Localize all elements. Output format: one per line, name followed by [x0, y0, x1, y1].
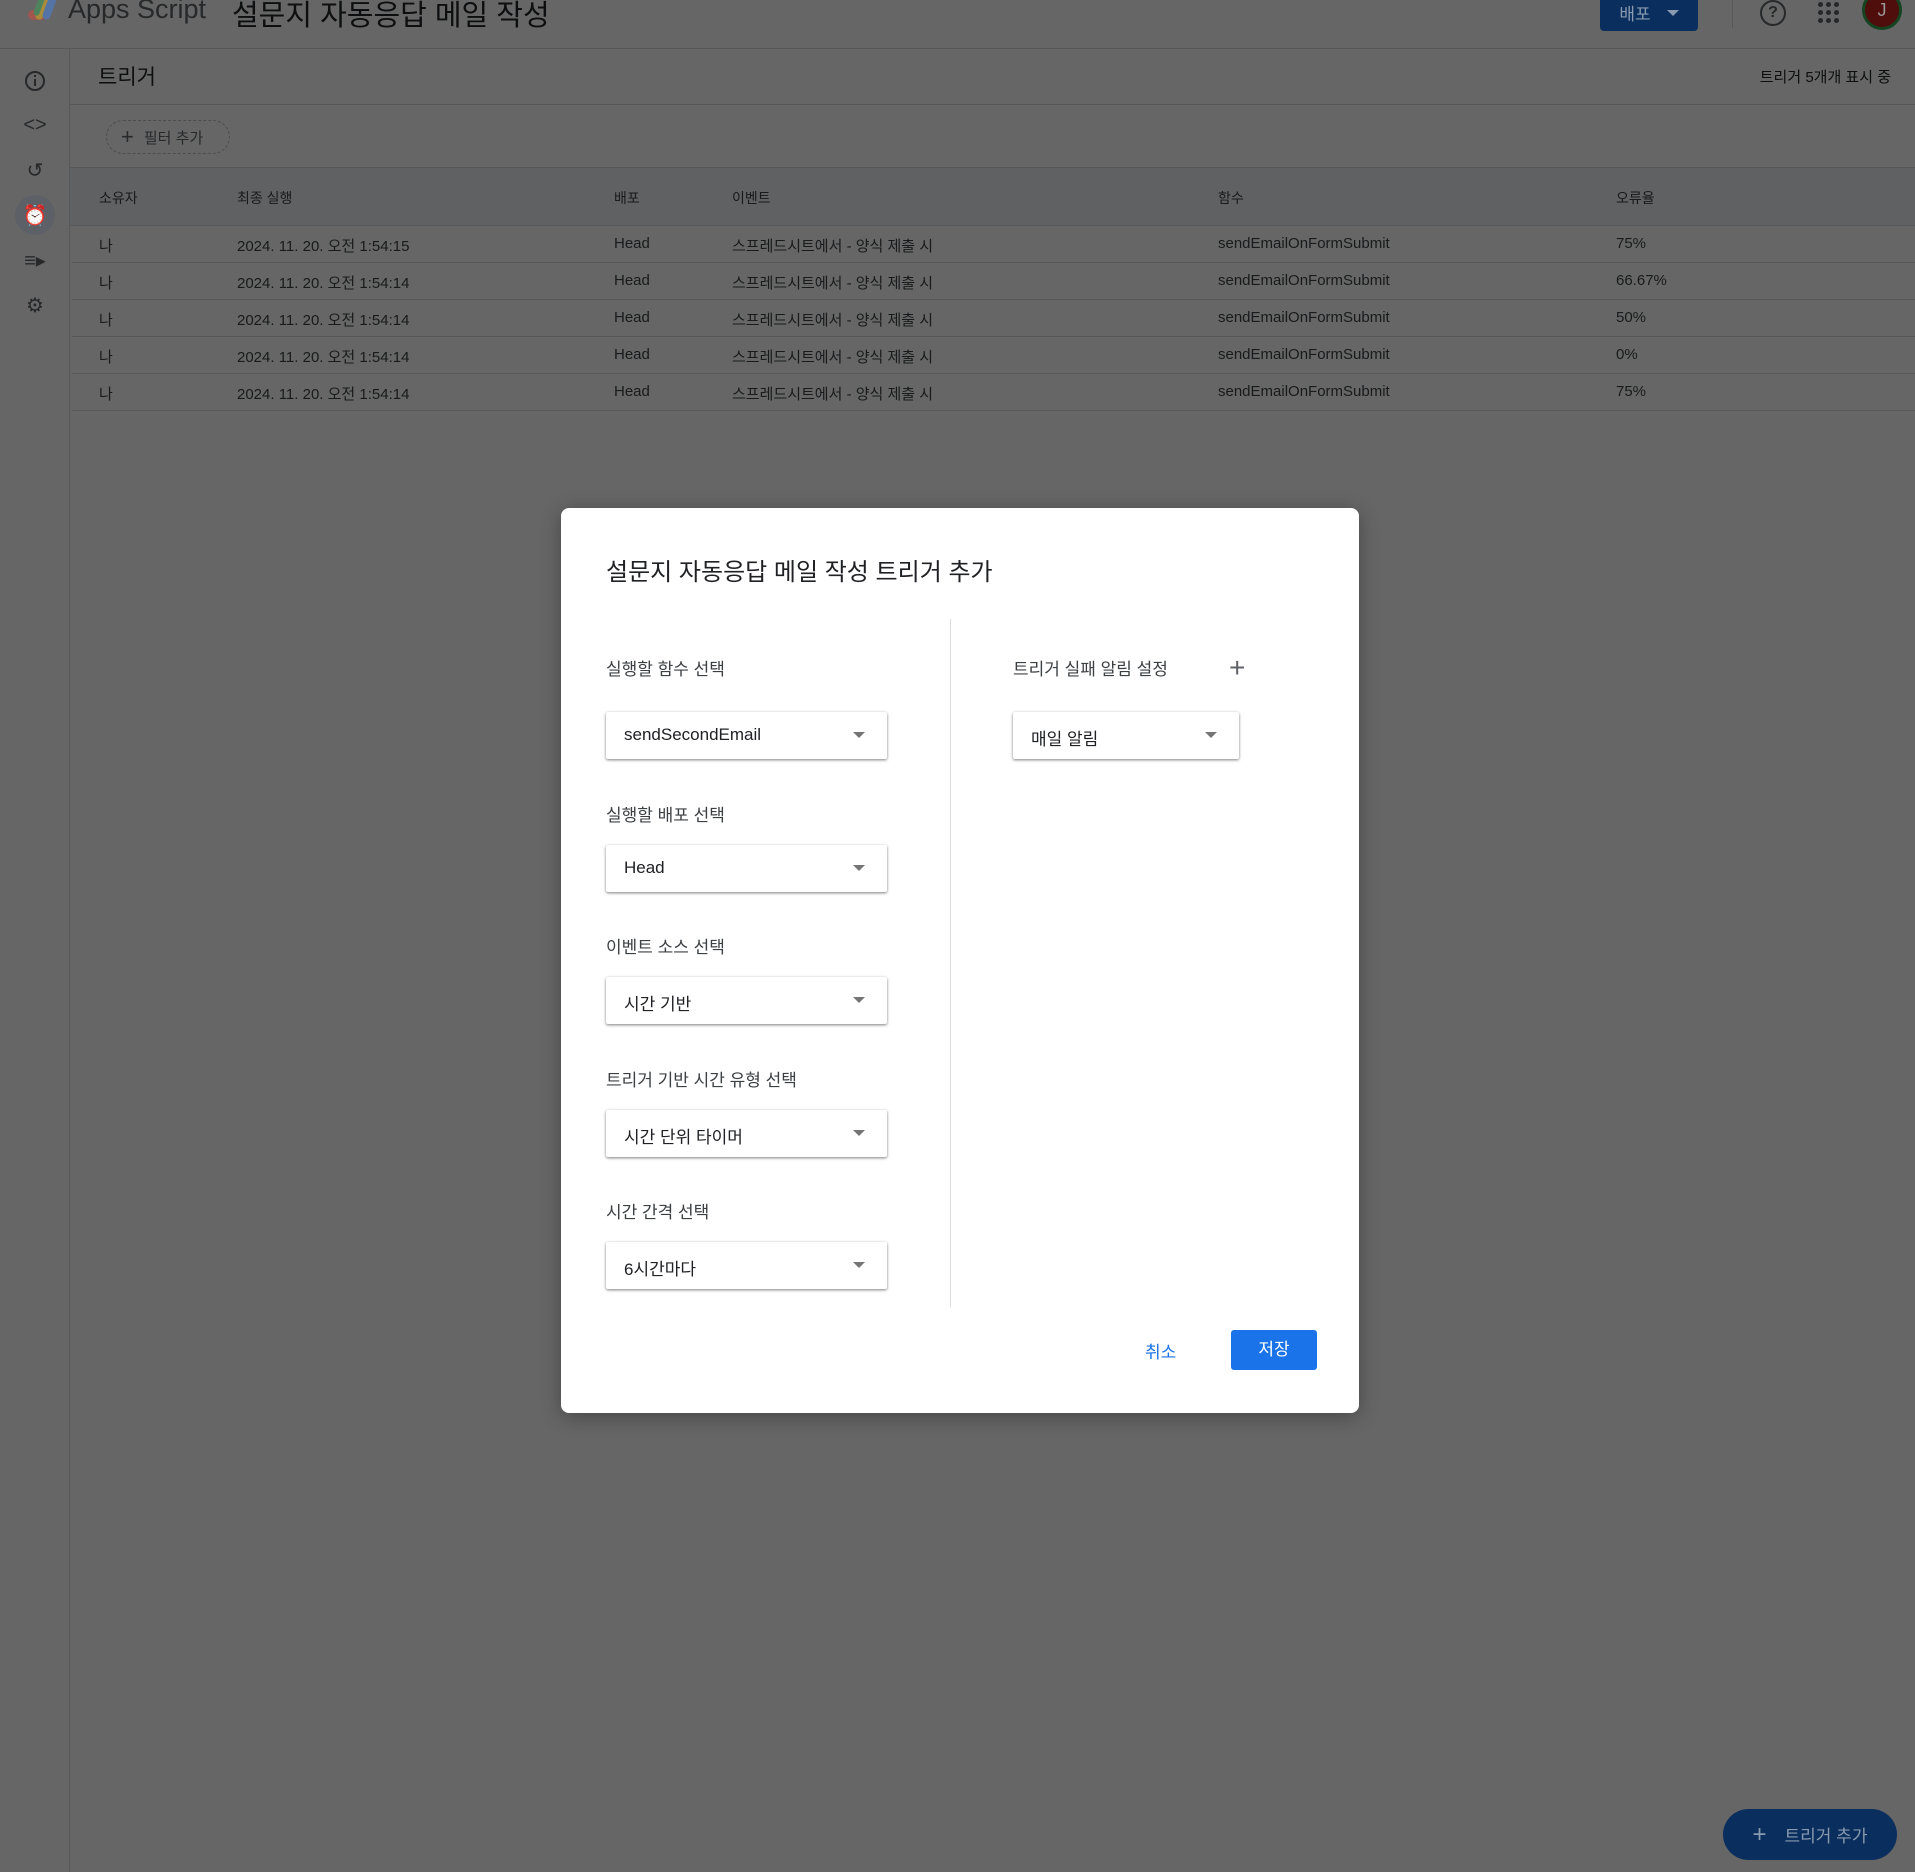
field-select[interactable]: sendSecondEmail	[606, 712, 887, 759]
col-function[interactable]: 함수	[1218, 188, 1244, 208]
trigger-count: 트리거 5개개 표시 중	[1759, 69, 1891, 86]
dropdown-arrow-icon	[853, 732, 865, 738]
cell-event: 스프레드시트에서 - 양식 제출 시	[732, 312, 934, 329]
fab-label: 트리거 추가	[1784, 1827, 1868, 1846]
cell-owner: 나	[99, 275, 113, 292]
avatar[interactable]: J	[1862, 0, 1902, 30]
col-error-rate[interactable]: 오류율	[1616, 188, 1655, 208]
field-select[interactable]: 시간 기반	[606, 977, 887, 1024]
cell-deployment: Head	[614, 272, 650, 289]
cell-function: sendEmailOnFormSubmit	[1218, 272, 1390, 289]
cell-owner: 나	[99, 386, 113, 403]
table-row[interactable]: 나 2024. 11. 20. 오전 1:54:14 Head 스프레드시트에서 - …	[72, 337, 1915, 374]
settings-gear-icon[interactable]: ⚙	[19, 289, 51, 321]
field-select[interactable]: 6시간마다	[606, 1242, 887, 1289]
cell-deployment: Head	[614, 309, 650, 326]
cell-error-rate: 0%	[1616, 346, 1638, 363]
cell-event: 스프레드시트에서 - 양식 제출 시	[732, 349, 934, 366]
cell-error-rate: 75%	[1616, 383, 1647, 400]
col-event[interactable]: 이벤트	[732, 188, 771, 208]
cell-error-rate: 66.67%	[1616, 272, 1667, 289]
add-filter-button[interactable]: + 필터 추가	[106, 120, 230, 154]
select-value: 6시간마다	[624, 1260, 697, 1279]
add-notification-plus-icon[interactable]: +	[1229, 654, 1245, 682]
field-select[interactable]: Head	[606, 845, 887, 892]
add-trigger-dialog: 설문지 자동응답 메일 작성 트리거 추가 실행할 함수 선택 sendSecon…	[561, 508, 1359, 1413]
notify-label: 트리거 실패 알림 설정	[1013, 660, 1168, 679]
col-deployment[interactable]: 배포	[614, 188, 640, 208]
table-row[interactable]: 나 2024. 11. 20. 오전 1:54:14 Head 스프레드시트에서 - …	[72, 263, 1915, 300]
cell-error-rate: 50%	[1616, 309, 1647, 326]
app-name[interactable]: Apps Script	[68, 0, 206, 25]
project-title[interactable]: 설문지 자동응답 메일 작성	[232, 0, 550, 34]
dialog-title: 설문지 자동응답 메일 작성 트리거 추가	[606, 559, 993, 586]
col-owner[interactable]: 소유자	[99, 188, 138, 208]
apps-grid-icon[interactable]	[1818, 2, 1839, 23]
cell-deployment: Head	[614, 383, 650, 400]
info-icon[interactable]	[19, 65, 51, 97]
select-value: 시간 기반	[624, 995, 692, 1014]
select-value: Head	[624, 858, 665, 877]
field-label: 실행할 배포 선택	[606, 806, 725, 825]
cell-event: 스프레드시트에서 - 양식 제출 시	[732, 386, 934, 403]
deploy-label: 배포	[1619, 5, 1651, 24]
cell-event: 스프레드시트에서 - 양식 제출 시	[732, 275, 934, 292]
table-row[interactable]: 나 2024. 11. 20. 오전 1:54:14 Head 스프레드시트에서 - …	[72, 374, 1915, 411]
dropdown-arrow-icon	[853, 1262, 865, 1268]
col-last-run[interactable]: 최종 실행	[237, 188, 292, 208]
cell-last-run: 2024. 11. 20. 오전 1:54:14	[237, 312, 410, 329]
caret-down-icon	[1666, 9, 1679, 16]
divider	[70, 104, 1915, 105]
cell-function: sendEmailOnFormSubmit	[1218, 309, 1390, 326]
field-label: 시간 간격 선택	[606, 1203, 710, 1222]
divider	[1732, 0, 1733, 28]
select-value: sendSecondEmail	[624, 725, 762, 744]
dropdown-arrow-icon	[853, 997, 865, 1003]
divider	[950, 619, 951, 1307]
notify-value: 매일 알림	[1031, 730, 1099, 749]
add-trigger-fab[interactable]: + 트리거 추가	[1723, 1809, 1897, 1860]
deploy-button[interactable]: 배포	[1600, 0, 1698, 31]
cell-deployment: Head	[614, 235, 650, 252]
field-label: 트리거 기반 시간 유형 선택	[606, 1071, 797, 1090]
cell-owner: 나	[99, 312, 113, 329]
table-row[interactable]: 나 2024. 11. 20. 오전 1:54:14 Head 스프레드시트에서 - …	[72, 300, 1915, 337]
dropdown-arrow-icon	[1205, 732, 1217, 738]
plus-icon: +	[1752, 1820, 1767, 1848]
cell-function: sendEmailOnFormSubmit	[1218, 383, 1390, 400]
table-header: 소유자 최종 실행 배포 이벤트 함수 오류율	[70, 167, 1915, 226]
cell-function: sendEmailOnFormSubmit	[1218, 346, 1390, 363]
filter-label: 필터 추가	[143, 129, 204, 147]
field-select[interactable]: 시간 단위 타이머	[606, 1110, 887, 1157]
field-label: 이벤트 소스 선택	[606, 938, 725, 957]
top-bar: Apps Script 설문지 자동응답 메일 작성 배포 ? J	[0, 0, 1915, 49]
cell-error-rate: 75%	[1616, 235, 1647, 252]
select-value: 시간 단위 타이머	[624, 1128, 743, 1147]
cell-owner: 나	[99, 238, 113, 255]
cell-owner: 나	[99, 349, 113, 366]
triggers-alarm-icon[interactable]: ⏰	[15, 195, 55, 235]
sidebar: <> ↺ ⏰ ≡▸ ⚙	[0, 49, 70, 1872]
field-label: 실행할 함수 선택	[606, 660, 725, 679]
cell-last-run: 2024. 11. 20. 오전 1:54:14	[237, 349, 410, 366]
apps-script-logo	[28, 0, 58, 20]
dropdown-arrow-icon	[853, 1130, 865, 1136]
history-icon[interactable]: ↺	[19, 154, 51, 186]
dropdown-arrow-icon	[853, 865, 865, 871]
page-title: 트리거	[98, 66, 156, 89]
cell-last-run: 2024. 11. 20. 오전 1:54:14	[237, 386, 410, 403]
cell-last-run: 2024. 11. 20. 오전 1:54:15	[237, 238, 410, 255]
notify-select[interactable]: 매일 알림	[1013, 712, 1239, 759]
executions-icon[interactable]: ≡▸	[19, 244, 51, 276]
cell-last-run: 2024. 11. 20. 오전 1:54:14	[237, 275, 410, 292]
table-row[interactable]: 나 2024. 11. 20. 오전 1:54:15 Head 스프레드시트에서 - …	[72, 226, 1915, 263]
cell-event: 스프레드시트에서 - 양식 제출 시	[732, 238, 934, 255]
cancel-button[interactable]: 취소	[1145, 1338, 1176, 1363]
code-icon[interactable]: <>	[19, 109, 51, 141]
help-icon[interactable]: ?	[1760, 0, 1786, 26]
plus-icon: +	[121, 124, 134, 149]
save-button[interactable]: 저장	[1231, 1330, 1317, 1370]
cell-function: sendEmailOnFormSubmit	[1218, 235, 1390, 252]
cell-deployment: Head	[614, 346, 650, 363]
